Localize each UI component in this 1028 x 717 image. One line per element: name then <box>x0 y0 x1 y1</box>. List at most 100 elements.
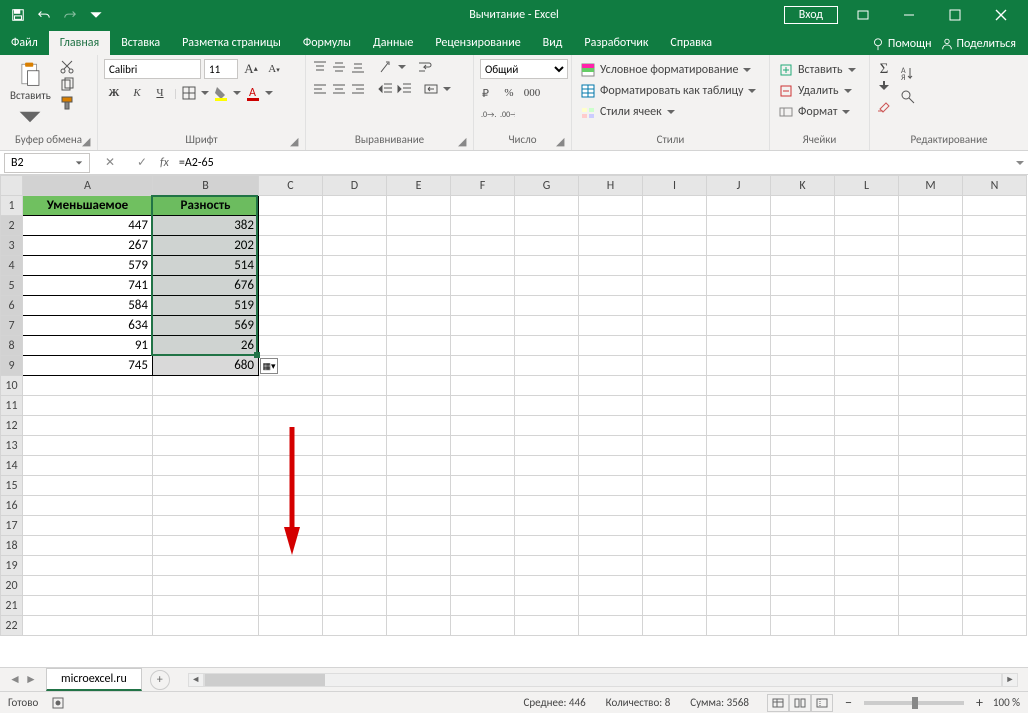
cell[interactable] <box>323 416 387 436</box>
cell[interactable] <box>323 596 387 616</box>
column-header[interactable]: D <box>323 176 387 196</box>
cut-icon[interactable] <box>59 59 75 75</box>
cell[interactable] <box>387 216 451 236</box>
formula-input[interactable] <box>175 156 1012 170</box>
horizontal-scrollbar[interactable] <box>204 673 1002 687</box>
cell[interactable] <box>451 396 515 416</box>
cell[interactable] <box>707 556 771 576</box>
cell[interactable] <box>707 356 771 376</box>
cell[interactable]: 267 <box>23 236 153 256</box>
cell[interactable] <box>643 236 707 256</box>
accounting-format-icon[interactable]: ₽ <box>480 85 496 101</box>
cell[interactable] <box>515 436 579 456</box>
cell[interactable] <box>707 336 771 356</box>
macro-record-icon[interactable] <box>50 695 66 711</box>
cell[interactable] <box>579 256 643 276</box>
cell[interactable] <box>23 396 153 416</box>
cell[interactable] <box>153 536 259 556</box>
formula-bar-expand-icon[interactable] <box>1012 158 1028 168</box>
cell[interactable] <box>259 596 323 616</box>
number-format-select[interactable]: Общий <box>480 59 568 79</box>
cell[interactable] <box>707 376 771 396</box>
column-header[interactable]: E <box>387 176 451 196</box>
cell[interactable] <box>579 496 643 516</box>
cell[interactable] <box>323 556 387 576</box>
cell[interactable] <box>643 256 707 276</box>
row-header[interactable]: 20 <box>1 576 23 596</box>
cell[interactable] <box>835 496 899 516</box>
cell[interactable]: 514 <box>153 256 259 276</box>
cell[interactable] <box>707 596 771 616</box>
cell[interactable]: 519 <box>153 296 259 316</box>
cell[interactable] <box>387 256 451 276</box>
cell[interactable] <box>153 596 259 616</box>
row-header[interactable]: 17 <box>1 516 23 536</box>
cell[interactable] <box>579 416 643 436</box>
cell[interactable] <box>515 556 579 576</box>
select-all-corner[interactable] <box>1 176 23 196</box>
cell[interactable]: Разность <box>153 196 259 216</box>
cell[interactable] <box>579 376 643 396</box>
cell[interactable] <box>771 556 835 576</box>
cell[interactable] <box>835 376 899 396</box>
conditional-format-button[interactable]: Условное форматирование <box>578 61 754 79</box>
ribbon-display-icon[interactable] <box>842 0 884 29</box>
cell[interactable] <box>259 256 323 276</box>
cell[interactable] <box>387 556 451 576</box>
cell[interactable] <box>515 276 579 296</box>
tab-file[interactable]: Файл <box>0 31 49 55</box>
cell[interactable] <box>323 336 387 356</box>
cell[interactable] <box>707 576 771 596</box>
minimize-icon[interactable] <box>888 0 930 29</box>
fill-icon[interactable] <box>876 79 892 95</box>
cell[interactable] <box>899 396 963 416</box>
cell[interactable] <box>707 316 771 336</box>
cell[interactable] <box>771 616 835 636</box>
row-header[interactable]: 19 <box>1 556 23 576</box>
cell[interactable] <box>707 276 771 296</box>
cell[interactable] <box>643 596 707 616</box>
cell[interactable] <box>515 516 579 536</box>
cell[interactable] <box>643 616 707 636</box>
find-select-icon[interactable] <box>900 89 916 105</box>
cell[interactable] <box>771 296 835 316</box>
column-header[interactable]: F <box>451 176 515 196</box>
tab-formulas[interactable]: Формулы <box>292 31 362 55</box>
autosum-icon[interactable]: Σ <box>876 61 892 77</box>
cell[interactable] <box>835 236 899 256</box>
cell[interactable] <box>707 296 771 316</box>
cell[interactable] <box>707 496 771 516</box>
copy-icon[interactable] <box>59 77 75 93</box>
cell[interactable] <box>515 536 579 556</box>
cell[interactable] <box>771 496 835 516</box>
cell[interactable] <box>451 516 515 536</box>
cell[interactable] <box>451 616 515 636</box>
cell[interactable] <box>259 276 323 296</box>
scroll-right-icon[interactable]: ► <box>1002 673 1018 687</box>
cell[interactable] <box>899 356 963 376</box>
cell[interactable] <box>707 256 771 276</box>
format-table-button[interactable]: Форматировать как таблицу <box>578 82 759 100</box>
cell[interactable] <box>643 316 707 336</box>
cell[interactable] <box>707 516 771 536</box>
cell[interactable] <box>707 396 771 416</box>
cell[interactable] <box>323 196 387 216</box>
row-header[interactable]: 14 <box>1 456 23 476</box>
cell[interactable] <box>771 516 835 536</box>
zoom-in-icon[interactable]: + <box>972 694 987 711</box>
cell[interactable] <box>771 396 835 416</box>
cell[interactable] <box>643 196 707 216</box>
cell[interactable] <box>643 356 707 376</box>
cell[interactable]: 634 <box>23 316 153 336</box>
cell[interactable] <box>835 556 899 576</box>
zoom-out-icon[interactable]: − <box>841 694 856 711</box>
cell[interactable] <box>153 456 259 476</box>
align-top-icon[interactable] <box>312 59 328 75</box>
cell[interactable] <box>259 336 323 356</box>
cell[interactable] <box>387 496 451 516</box>
cell[interactable] <box>963 576 1027 596</box>
cell[interactable] <box>323 436 387 456</box>
cell[interactable] <box>515 196 579 216</box>
cell[interactable] <box>835 456 899 476</box>
cell[interactable] <box>451 356 515 376</box>
